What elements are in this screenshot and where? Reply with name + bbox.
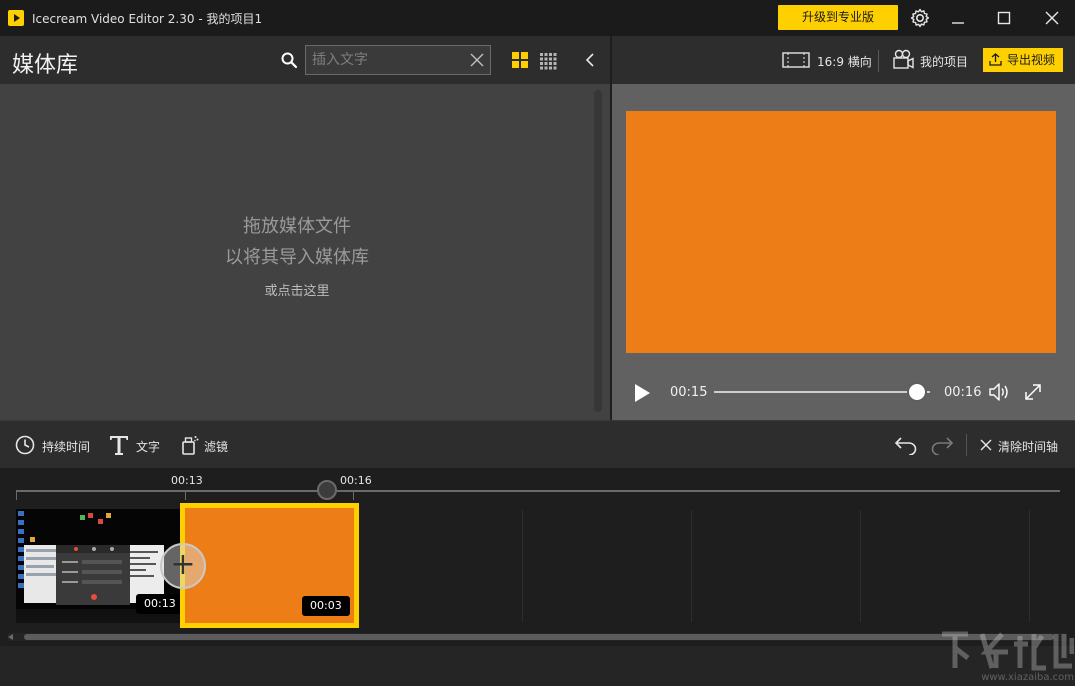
aspect-ratio-label[interactable]: 16:9 横向 <box>817 53 872 70</box>
export-video-label: 导出视频 <box>1007 53 1056 67</box>
seek-bar[interactable] <box>714 391 930 393</box>
minimize-icon[interactable] <box>946 6 970 30</box>
gear-icon[interactable] <box>908 6 932 30</box>
clear-timeline-button[interactable]: 清除时间轴 <box>978 421 1068 469</box>
media-library-header: 媒体库 <box>0 36 610 84</box>
timeline-scroll-thumb[interactable] <box>24 634 1054 640</box>
grid-line <box>1029 510 1030 622</box>
spray-can-icon <box>182 436 199 455</box>
scroll-left-arrow-icon[interactable] <box>8 634 13 640</box>
undo-icon[interactable] <box>894 435 918 455</box>
preview-panel: 00:15 00:16 <box>612 84 1075 420</box>
redo-icon[interactable] <box>930 435 954 455</box>
tick-label: 00:13 <box>171 474 203 487</box>
grid-line <box>522 510 523 622</box>
play-icon[interactable] <box>632 383 652 403</box>
clear-search-icon[interactable] <box>469 52 485 68</box>
video-preview-frame[interactable] <box>626 111 1056 353</box>
timeline: 00:13 00:16 00:13 00:03 + <box>0 468 1075 646</box>
aspect-ratio-icon[interactable] <box>782 52 810 68</box>
timeline-clip[interactable]: 00:13 <box>16 509 182 623</box>
large-grid-view-icon[interactable] <box>508 50 532 78</box>
import-link[interactable]: 或点击这里 <box>0 280 594 299</box>
app-logo-icon <box>8 10 24 26</box>
header-divider <box>878 50 879 72</box>
upgrade-button[interactable]: 升级到专业版 <box>778 5 898 30</box>
text-icon <box>110 436 128 455</box>
watermark-glyphs <box>942 631 1075 671</box>
drop-hint-line1: 拖放媒体文件 <box>243 216 351 237</box>
window-title: Icecream Video Editor 2.30 - 我的项目1 <box>32 12 263 26</box>
filter-tool[interactable]: 滤镜 <box>178 421 234 469</box>
volume-icon[interactable] <box>988 382 1012 402</box>
ruler-tick <box>185 490 186 500</box>
timeline-ruler[interactable] <box>16 490 1060 492</box>
search-box <box>305 45 491 75</box>
search-icon[interactable] <box>280 51 298 69</box>
plus-icon: + <box>170 547 196 582</box>
maximize-icon[interactable] <box>992 6 1016 30</box>
duration-label: 持续时间 <box>42 440 91 454</box>
total-time: 00:16 <box>944 385 982 400</box>
text-tool[interactable]: 文字 <box>108 421 164 469</box>
grid-line <box>691 510 692 622</box>
clock-icon <box>15 435 35 455</box>
clear-timeline-label: 清除时间轴 <box>998 440 1059 454</box>
duration-tool[interactable]: 持续时间 <box>14 421 94 469</box>
ruler-tick <box>353 490 354 500</box>
media-library-title: 媒体库 <box>12 53 79 78</box>
preview-header: 16:9 横向 我的项目 导出视频 <box>612 36 1075 84</box>
watermark-logo: www.xiazaiba.com <box>938 628 1075 684</box>
toolbar-divider <box>966 434 967 456</box>
timeline-clip-selected[interactable]: 00:03 <box>180 503 359 628</box>
fullscreen-icon[interactable] <box>1023 382 1043 402</box>
watermark-url: www.xiazaiba.com <box>981 672 1074 683</box>
my-projects-label[interactable]: 我的项目 <box>920 53 968 70</box>
tick-label: 00:16 <box>340 474 372 487</box>
title-bar: Icecream Video Editor 2.30 - 我的项目1 升级到专业… <box>0 0 1075 36</box>
grid-line <box>860 510 861 622</box>
clip-duration-badge: 00:13 <box>136 594 182 614</box>
media-drop-zone[interactable]: 拖放媒体文件 以将其导入媒体库 或点击这里 <box>0 84 610 420</box>
close-icon[interactable] <box>1040 6 1064 30</box>
upload-icon <box>989 53 1002 66</box>
bottom-area <box>0 646 1075 686</box>
small-grid-view-icon[interactable] <box>539 52 557 70</box>
export-video-button[interactable]: 导出视频 <box>983 48 1063 72</box>
video-camera-icon[interactable] <box>892 49 914 71</box>
filter-label: 滤镜 <box>204 440 229 454</box>
clip-duration-badge: 00:03 <box>302 596 350 616</box>
drop-hint-line2: 以将其导入媒体库 <box>225 247 369 268</box>
close-x-icon <box>980 439 992 451</box>
media-scrollbar[interactable] <box>594 90 602 412</box>
text-label: 文字 <box>136 440 161 454</box>
ruler-tick <box>16 490 17 500</box>
collapse-panel-icon[interactable] <box>582 52 598 68</box>
timeline-toolbar: 持续时间 文字 滤镜 清除时间轴 <box>0 420 1075 468</box>
current-time: 00:15 <box>670 385 708 400</box>
seek-handle[interactable] <box>907 382 928 402</box>
playhead-handle[interactable] <box>317 480 337 500</box>
search-input[interactable] <box>312 50 462 70</box>
add-transition-button[interactable]: + <box>160 543 206 589</box>
